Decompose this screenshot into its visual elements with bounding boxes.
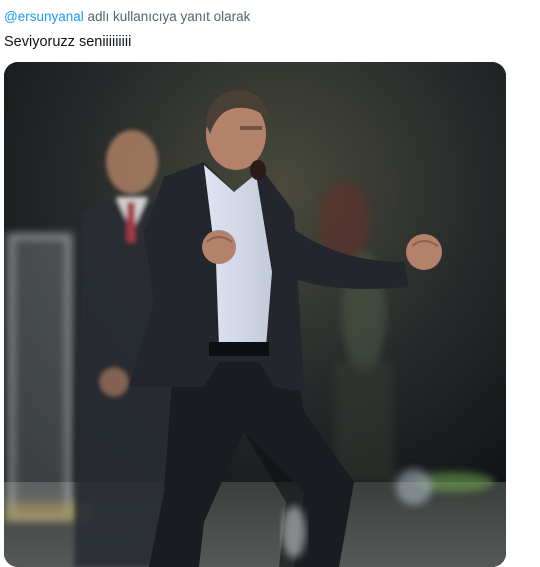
reply-context: @ersunyanal adlı kullanıcıya yanıt olara… xyxy=(4,9,250,24)
tweet-card[interactable]: @ersunyanal adlı kullanıcıya yanıt olara… xyxy=(0,0,540,567)
mention-link[interactable]: @ersunyanal xyxy=(4,9,84,24)
reply-context-label: adlı kullanıcıya yanıt olarak xyxy=(83,9,251,24)
cut-off-header-line xyxy=(8,0,238,2)
photo-illustration xyxy=(4,62,506,567)
tweet-photo[interactable] xyxy=(4,62,506,567)
tweet-text: Seviyoruzz seniiiiiiiii xyxy=(4,34,132,50)
